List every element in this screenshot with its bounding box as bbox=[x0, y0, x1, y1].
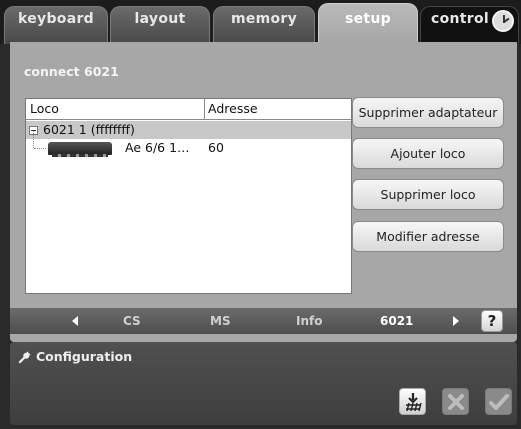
loco-list[interactable]: Loco Adresse 6021 1 (ffffffff) Ae 6/6 1…… bbox=[25, 98, 352, 294]
tab-setup[interactable]: setup bbox=[318, 3, 418, 44]
edit-address-button[interactable]: Modifier adresse bbox=[352, 221, 504, 252]
nav-info[interactable]: Info bbox=[296, 314, 322, 328]
tree-row-adapter[interactable]: 6021 1 (ffffffff) bbox=[26, 121, 351, 139]
nav-ms[interactable]: MS bbox=[210, 314, 231, 328]
remove-adapter-button[interactable]: Supprimer adaptateur bbox=[352, 97, 504, 128]
nav-cs[interactable]: CS bbox=[123, 314, 141, 328]
locomotive-icon bbox=[48, 142, 112, 157]
configuration-title: Configuration bbox=[36, 349, 133, 364]
column-divider[interactable] bbox=[204, 99, 205, 120]
close-icon bbox=[447, 393, 464, 410]
track-download-icon bbox=[405, 392, 422, 411]
tab-setup-label: setup bbox=[344, 11, 391, 27]
tab-memory-label: memory bbox=[230, 11, 298, 27]
remove-loco-button[interactable]: Supprimer loco bbox=[352, 179, 504, 210]
cancel-button[interactable] bbox=[442, 388, 469, 415]
adapter-label: 6021 1 (ffffffff) bbox=[43, 122, 135, 137]
column-adresse[interactable]: Adresse bbox=[208, 101, 258, 116]
list-header: Loco Adresse bbox=[26, 99, 351, 120]
checkmark-icon bbox=[488, 393, 509, 410]
tab-memory[interactable]: memory bbox=[213, 6, 315, 44]
setup-panel: connect 6021 Loco Adresse 6021 1 (ffffff… bbox=[10, 42, 517, 342]
track-download-button[interactable] bbox=[399, 388, 426, 415]
nav-right-icon[interactable] bbox=[453, 316, 459, 326]
panel-title: connect 6021 bbox=[24, 64, 119, 79]
wrench-icon bbox=[18, 351, 31, 364]
tab-control-label: control bbox=[431, 11, 489, 27]
configuration-panel: Configuration bbox=[10, 342, 517, 425]
tab-keyboard[interactable]: keyboard bbox=[4, 6, 108, 44]
column-loco[interactable]: Loco bbox=[30, 101, 59, 116]
loco-name: Ae 6/6 1… bbox=[125, 140, 190, 155]
confirm-button[interactable] bbox=[485, 388, 512, 415]
device-nav-bar: CS MS Info 6021 ? bbox=[10, 308, 517, 334]
nav-left-icon[interactable] bbox=[72, 316, 78, 326]
tab-bar: keyboard layout memory setup control bbox=[0, 0, 521, 44]
nav-6021[interactable]: 6021 bbox=[380, 314, 413, 328]
help-button[interactable]: ? bbox=[481, 310, 503, 332]
loco-address: 60 bbox=[208, 140, 224, 155]
tab-layout[interactable]: layout bbox=[110, 6, 210, 44]
clock-icon bbox=[492, 10, 514, 32]
tab-layout-label: layout bbox=[134, 11, 186, 27]
add-loco-button[interactable]: Ajouter loco bbox=[352, 138, 504, 169]
tab-control[interactable]: control bbox=[420, 6, 519, 44]
tree-row-loco[interactable]: Ae 6/6 1… 60 bbox=[26, 140, 351, 157]
tab-keyboard-label: keyboard bbox=[18, 11, 94, 27]
